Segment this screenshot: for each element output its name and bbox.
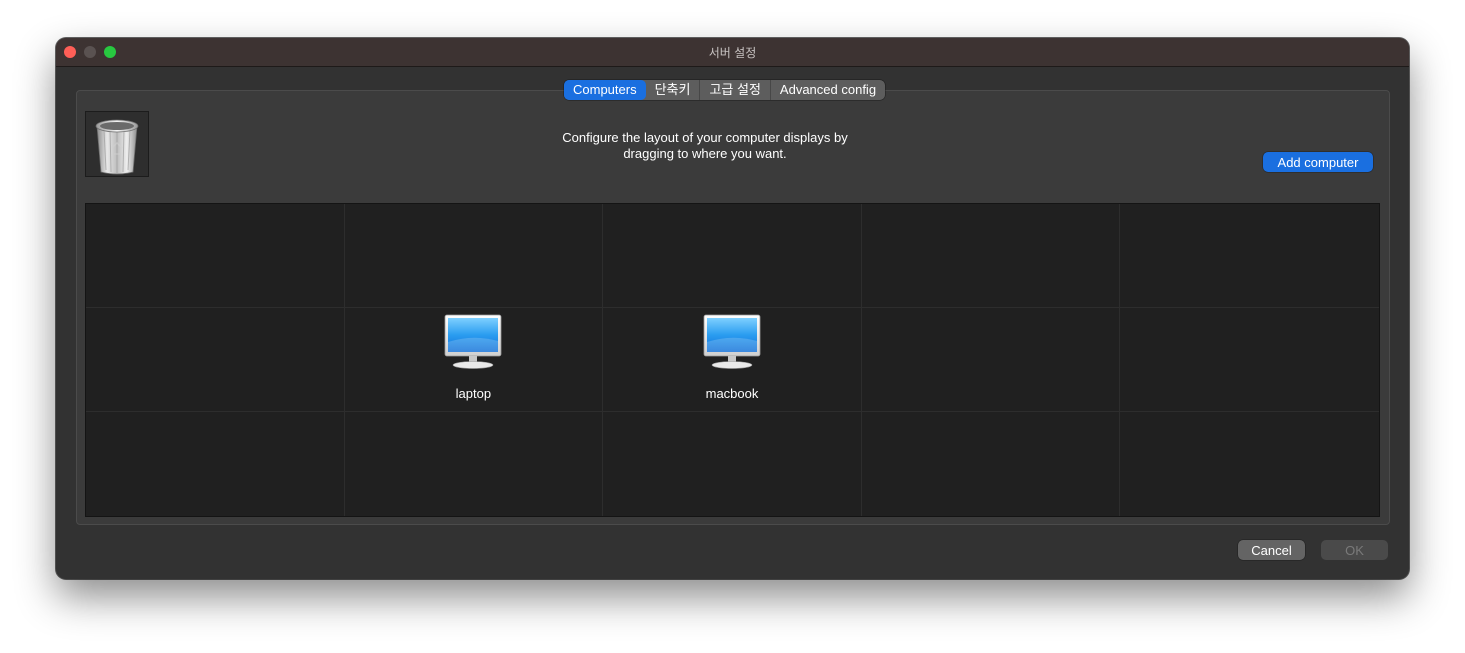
- trash-icon: [95, 119, 139, 175]
- server-settings-window: 서버 설정 Computers 단축키 고급 설정 Advanced confi…: [56, 38, 1409, 579]
- screen-layout-grid[interactable]: laptop macbook: [85, 203, 1380, 517]
- add-computer-button[interactable]: Add computer: [1263, 152, 1373, 172]
- grid-cell-laptop[interactable]: laptop: [344, 308, 604, 412]
- tab-advanced-settings[interactable]: 고급 설정: [700, 80, 771, 100]
- grid-cell[interactable]: [1120, 412, 1379, 516]
- instructions-line-2: dragging to where you want.: [623, 146, 787, 161]
- trash-drop-target[interactable]: [85, 111, 149, 177]
- grid-cell[interactable]: [862, 412, 1121, 516]
- monitor-icon: [703, 314, 761, 369]
- grid-cell[interactable]: [1120, 204, 1379, 308]
- grid-cell[interactable]: [86, 204, 345, 308]
- layout-instructions: Configure the layout of your computer di…: [517, 130, 893, 162]
- computer-name-label: macbook: [705, 386, 759, 401]
- grid-cell[interactable]: [861, 204, 1121, 308]
- title-bar[interactable]: 서버 설정: [56, 38, 1409, 67]
- grid-cell-macbook[interactable]: macbook: [603, 308, 862, 412]
- grid-cell[interactable]: [1120, 308, 1379, 412]
- computer-name-label: laptop: [455, 386, 492, 401]
- monitor-icon: [444, 314, 502, 369]
- cancel-button[interactable]: Cancel: [1238, 540, 1305, 560]
- grid-cell[interactable]: [345, 412, 604, 516]
- grid-cell[interactable]: [603, 412, 862, 516]
- ok-button[interactable]: OK: [1321, 540, 1388, 560]
- computer-laptop[interactable]: laptop: [345, 314, 603, 401]
- tab-computers[interactable]: Computers: [564, 80, 646, 100]
- grid-cell[interactable]: [86, 412, 345, 516]
- grid-cell[interactable]: [344, 204, 604, 308]
- grid-cell[interactable]: [603, 204, 862, 308]
- instructions-line-1: Configure the layout of your computer di…: [562, 130, 848, 145]
- computer-macbook[interactable]: macbook: [603, 314, 861, 401]
- tab-hotkeys[interactable]: 단축키: [646, 80, 701, 100]
- tab-advanced-config[interactable]: Advanced config: [771, 80, 885, 100]
- grid-cell[interactable]: [86, 308, 345, 412]
- grid-cell[interactable]: [861, 308, 1121, 412]
- window-title: 서버 설정: [708, 46, 757, 60]
- tab-bar: Computers 단축키 고급 설정 Advanced config: [564, 80, 886, 100]
- computers-panel: Configure the layout of your computer di…: [76, 90, 1390, 525]
